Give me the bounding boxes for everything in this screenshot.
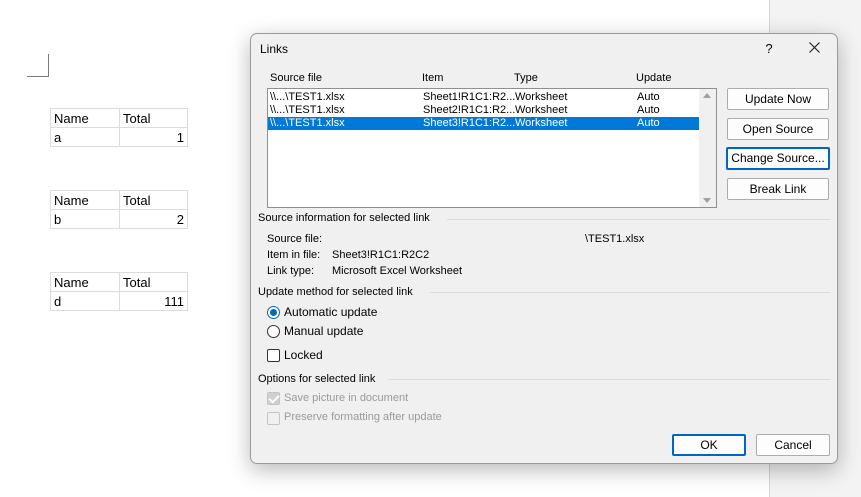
manual-update-radio[interactable] [267,325,280,338]
link-type-label: Link type: [267,265,315,277]
link-update: Auto [637,91,660,103]
source-file-label: Source file: [267,233,323,245]
links-dialog: Links ? Source file Item Type Update \\.… [250,33,838,464]
dialog-title: Links [260,42,289,56]
ok-label: OK [700,438,718,452]
scroll-down-icon[interactable] [703,198,711,203]
options-group-label: Options for selected link [258,373,376,385]
preserve-formatting-checkbox[interactable] [267,412,280,425]
link-type: Worksheet [515,104,568,116]
locked-checkbox[interactable] [267,349,280,362]
column-header-item[interactable]: Item [422,72,443,84]
column-header-type[interactable]: Type [514,72,538,84]
update-now-label: Update Now [744,92,812,106]
link-item: Sheet3!R1C1:R2... [423,117,516,129]
table-header-total: Total [119,108,188,128]
table-cell-total: 2 [119,209,188,229]
table-cell-name: a [50,127,120,147]
table-cell-total: 1 [119,127,188,147]
update-method-group-label: Update method for selected link [258,286,413,298]
item-in-file-label: Item in file: [267,249,321,261]
link-update: Auto [637,117,660,129]
automatic-update-radio[interactable] [267,306,280,319]
link-row[interactable]: \\...\TEST1.xlsx Sheet2!R1C1:R2... Works… [268,104,699,117]
link-source: \\...\TEST1.xlsx [270,91,345,103]
link-type: Worksheet [515,91,568,103]
break-link-button[interactable]: Break Link [727,178,829,200]
cancel-button[interactable]: Cancel [756,434,830,456]
change-source-label: Change Source... [731,151,825,165]
document-table-2: Name Total b 2 [50,190,188,229]
link-item: Sheet1!R1C1:R2... [423,91,516,103]
table-cell-name: b [50,209,120,229]
links-listbox[interactable]: \\...\TEST1.xlsx Sheet1!R1C1:R2... Works… [267,88,717,208]
page-margin-marker [27,54,49,77]
table-cell-name: d [50,291,120,311]
item-in-file-value: Sheet3!R1C1:R2C2 [332,249,430,261]
close-button[interactable] [803,39,825,59]
scroll-up-icon[interactable] [703,93,711,98]
save-picture-checkbox[interactable] [267,392,280,405]
document-table-1: Name Total a 1 [50,108,188,147]
cancel-label: Cancel [774,438,812,452]
table-header-name: Name [50,108,120,128]
table-header-total: Total [119,272,188,292]
link-type: Worksheet [515,117,568,129]
document-table-3: Name Total d 111 [50,272,188,311]
link-source: \\...\TEST1.xlsx [270,104,345,116]
save-picture-label: Save picture in document [284,392,409,404]
table-header-name: Name [50,272,120,292]
open-source-label: Open Source [742,122,814,136]
source-info-group-label: Source information for selected link [258,212,430,224]
link-row-selected[interactable]: \\...\TEST1.xlsx Sheet3!R1C1:R2... Works… [268,117,699,130]
ok-button[interactable]: OK [672,434,746,456]
list-scrollbar[interactable] [699,89,716,207]
column-header-update[interactable]: Update [636,72,671,84]
break-link-label: Break Link [749,182,807,196]
column-header-source-file[interactable]: Source file [270,72,322,84]
source-file-value: \TEST1.xlsx [585,233,645,245]
update-now-button[interactable]: Update Now [727,88,829,110]
link-item: Sheet2!R1C1:R2... [423,104,516,116]
manual-update-label[interactable]: Manual update [284,324,363,338]
group-divider [447,219,830,220]
change-source-button[interactable]: Change Source... [726,147,830,170]
automatic-update-label[interactable]: Automatic update [284,305,377,319]
link-type-value: Microsoft Excel Worksheet [332,265,463,277]
preserve-formatting-label: Preserve formatting after update [284,411,442,423]
close-icon [808,42,820,53]
open-source-button[interactable]: Open Source [727,118,829,140]
help-button[interactable]: ? [759,40,779,58]
link-source: \\...\TEST1.xlsx [270,117,345,129]
table-header-total: Total [119,190,188,210]
link-row[interactable]: \\...\TEST1.xlsx Sheet1!R1C1:R2... Works… [268,91,699,104]
group-divider [388,379,830,380]
link-update: Auto [637,104,660,116]
group-divider [430,292,830,293]
locked-label[interactable]: Locked [284,348,323,362]
table-cell-total: 111 [119,291,188,311]
table-header-name: Name [50,190,120,210]
